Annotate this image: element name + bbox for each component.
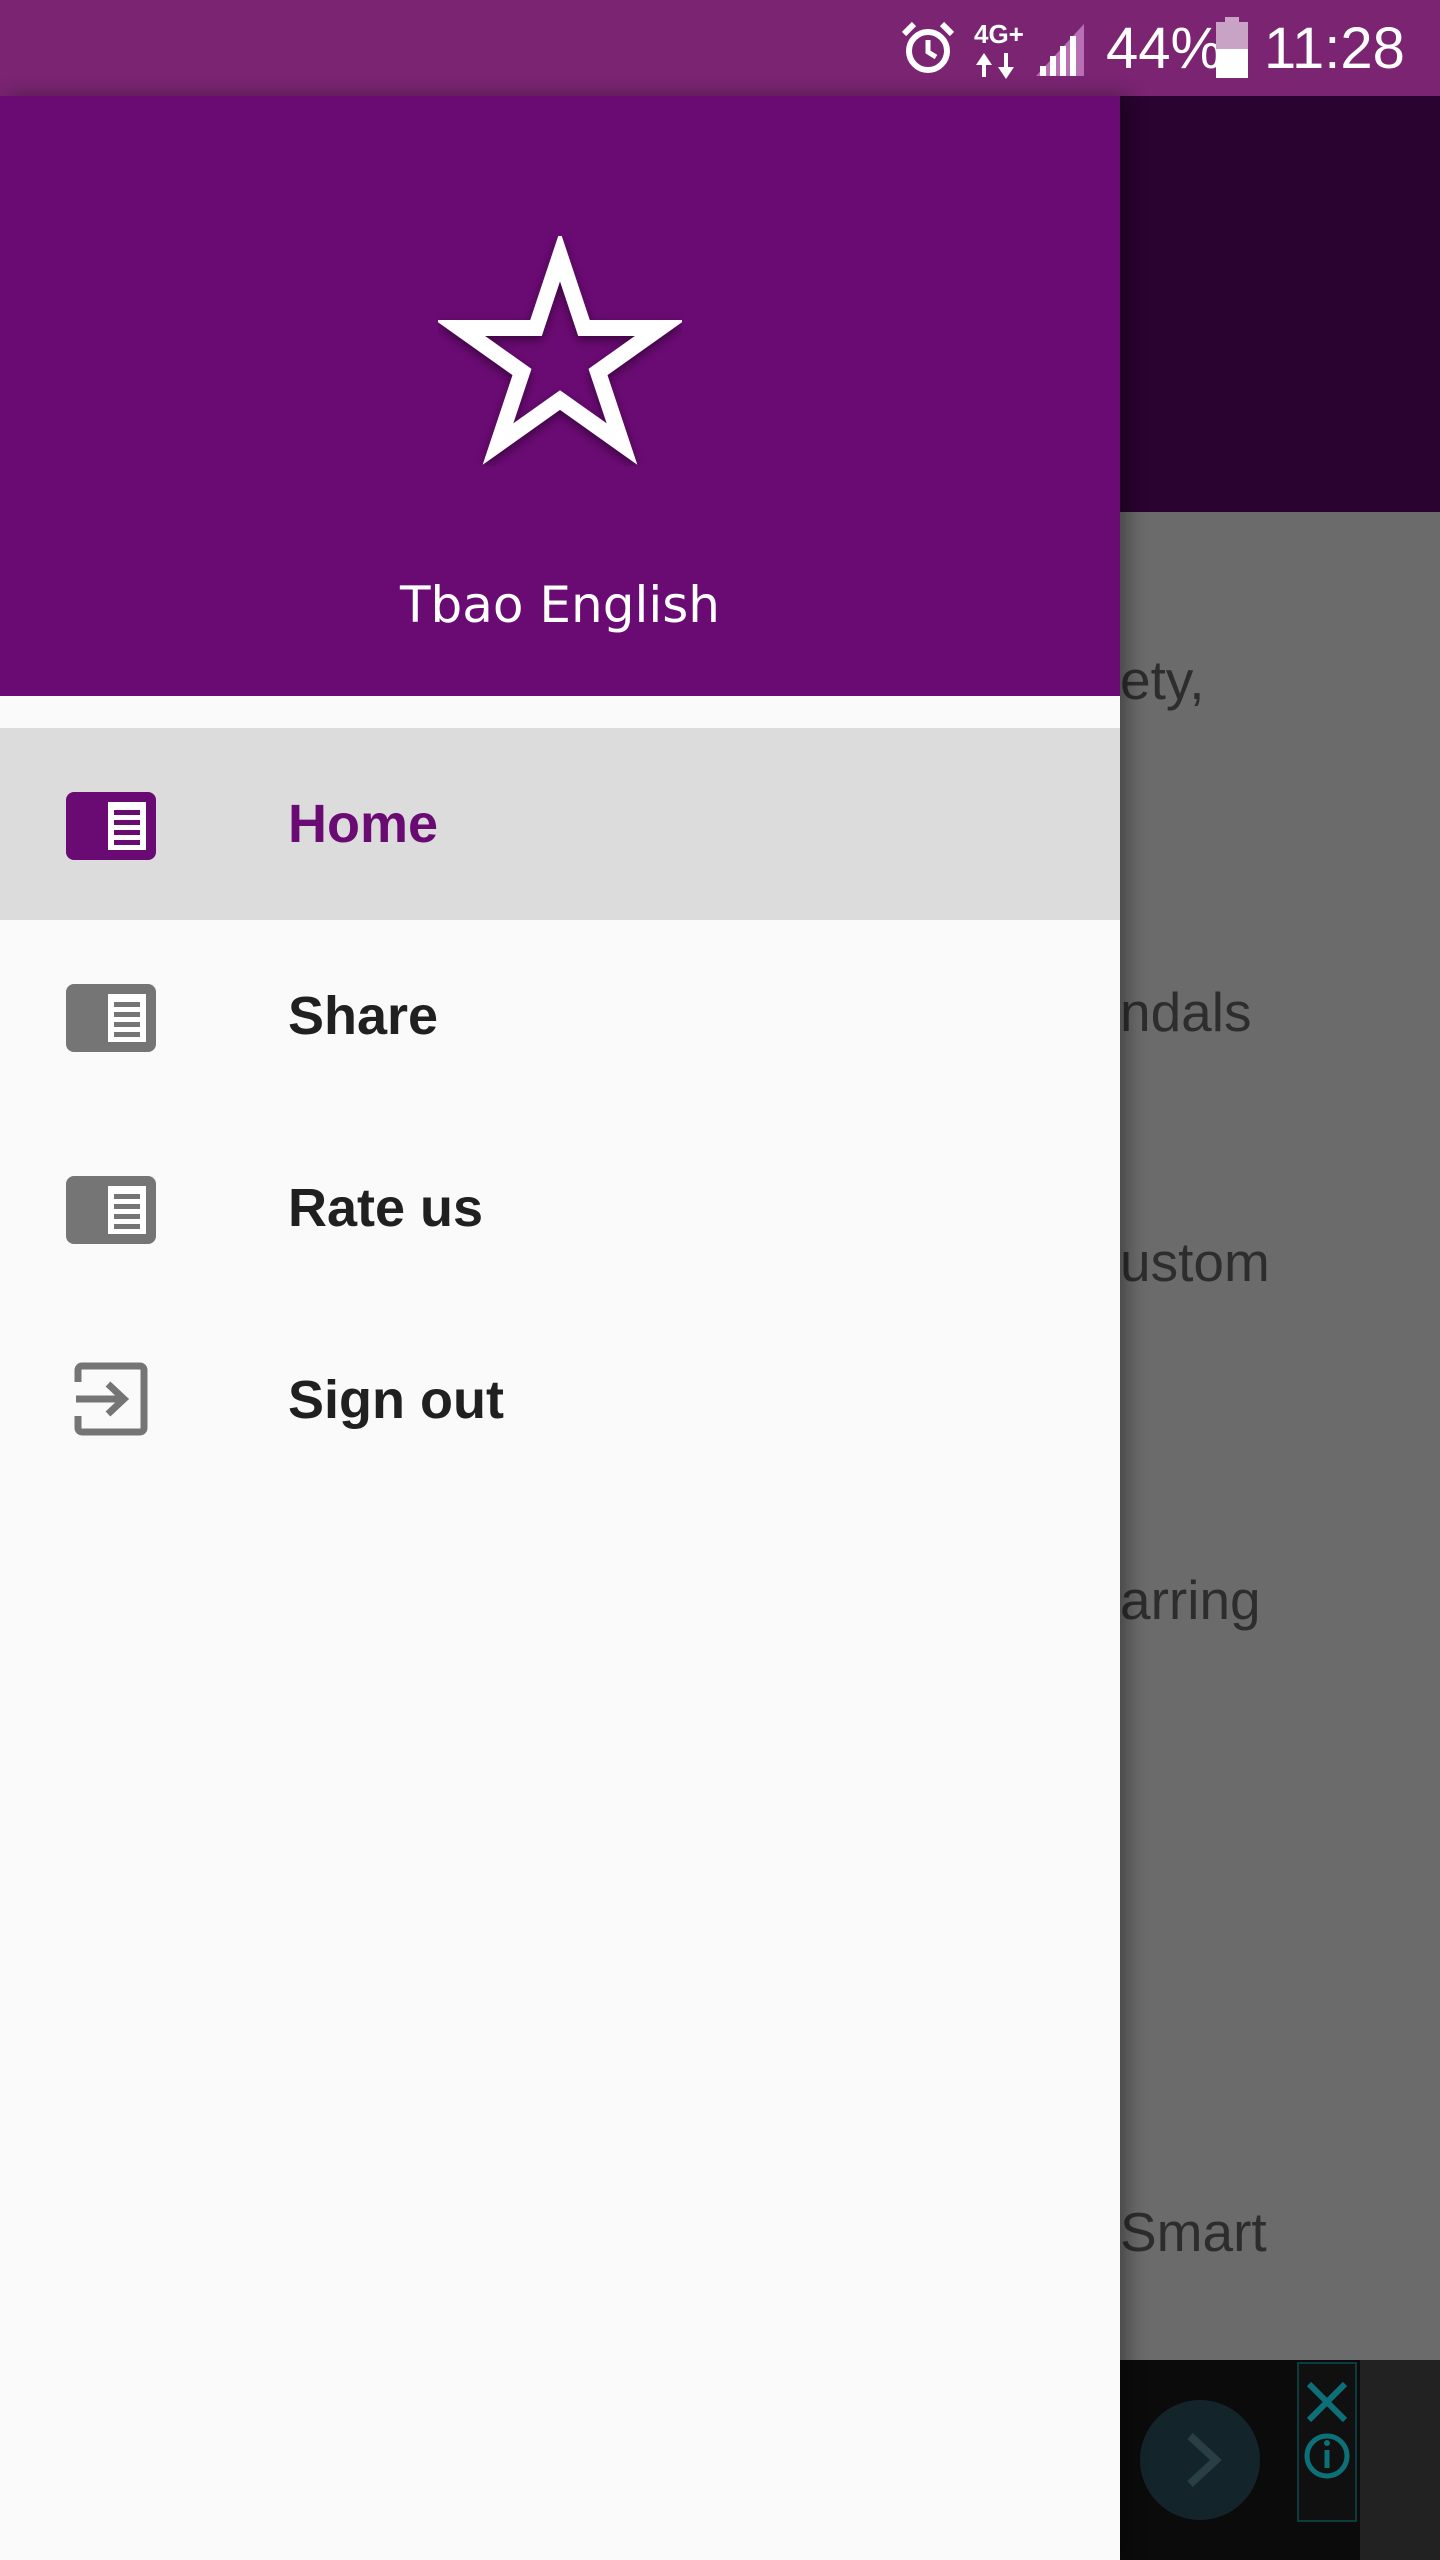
- nav-item-rate-us[interactable]: Rate us: [0, 1112, 1120, 1304]
- background-ad-banner: [1120, 2360, 1440, 2560]
- background-text-fragment: ustom: [1120, 1231, 1270, 1293]
- background-text-fragment: arring: [1120, 1569, 1261, 1631]
- nav-item-label: Home: [288, 794, 439, 854]
- background-text-fragment: ety,: [1120, 649, 1205, 711]
- nav-item-label: Sign out: [288, 1370, 504, 1430]
- info-icon: [1304, 2433, 1350, 2479]
- network-type-indicator: 4G+: [972, 0, 1028, 96]
- alarm-icon: [900, 0, 956, 96]
- article-icon: [66, 792, 156, 860]
- article-icon: [66, 984, 156, 1052]
- chevron-right-icon: [1187, 2433, 1222, 2487]
- ad-close-info: [1297, 2362, 1357, 2522]
- nav-item-label: Rate us: [288, 1178, 484, 1238]
- drawer-header: Tbao English: [0, 96, 1120, 696]
- signal-icon: [1036, 0, 1092, 96]
- nav-item-label: Share: [288, 986, 439, 1046]
- ad-arrow-button: [1140, 2400, 1260, 2520]
- navigation-drawer: Tbao English Home Share Rate us Sign out: [0, 96, 1120, 2560]
- status-bar: 4G+ 44% 11:28: [0, 0, 1440, 96]
- background-text-fragment: Smart: [1120, 2201, 1267, 2263]
- app-name: Tbao English: [400, 576, 720, 634]
- nav-item-home[interactable]: Home: [0, 728, 1120, 920]
- nav-item-sign-out[interactable]: Sign out: [0, 1304, 1120, 1496]
- article-icon: [66, 1176, 156, 1244]
- clock: 11:28: [1264, 15, 1405, 81]
- nav-item-share[interactable]: Share: [0, 920, 1120, 1112]
- battery-percent: 44%: [1106, 15, 1223, 81]
- star-outline-icon: [438, 236, 682, 465]
- battery-icon: [1214, 0, 1250, 96]
- svg-text:4G+: 4G+: [974, 19, 1024, 49]
- exit-to-app-icon: [74, 1362, 148, 1436]
- close-icon: [1306, 2381, 1348, 2423]
- background-text-fragment: ndals: [1120, 981, 1252, 1043]
